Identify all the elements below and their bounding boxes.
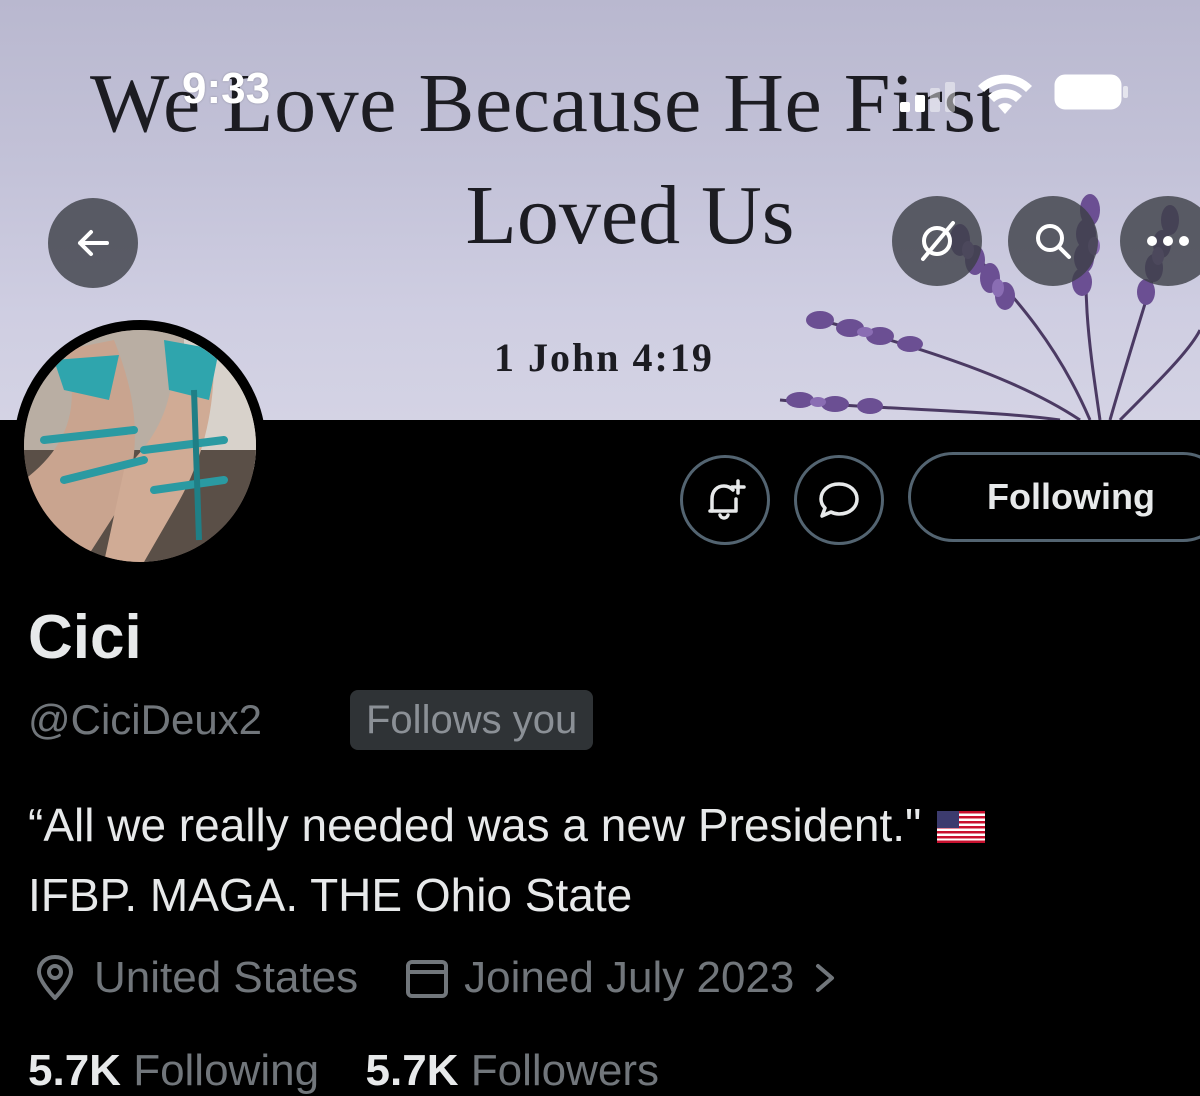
- profile-avatar[interactable]: [14, 320, 266, 572]
- following-count: 5.7K: [28, 1046, 121, 1095]
- avatar-image: [24, 330, 256, 562]
- grok-button[interactable]: [892, 196, 982, 286]
- cellular-signal-icon: [900, 82, 955, 112]
- calendar-icon: [406, 960, 449, 998]
- status-bar-time: 9:33: [182, 64, 271, 113]
- user-handle: @CiciDeux2: [28, 696, 263, 743]
- arrow-left-icon: [78, 230, 109, 256]
- back-button[interactable]: [48, 198, 138, 288]
- bio-line-1: “All we really needed was a new Presiden…: [28, 790, 1188, 860]
- followers-stat[interactable]: 5.7K Followers: [366, 1046, 659, 1095]
- battery-icon: [1054, 74, 1128, 110]
- search-button[interactable]: [1008, 196, 1098, 286]
- notifications-button[interactable]: [680, 455, 770, 545]
- follow-stats: 5.7K Following 5.7K Followers: [28, 1046, 659, 1096]
- display-name: Cici: [28, 603, 142, 672]
- location-pin-icon: [37, 955, 73, 1000]
- chevron-right-icon[interactable]: [810, 958, 840, 998]
- banner-verse: 1 John 4:19: [494, 335, 714, 380]
- grok-icon: [921, 221, 955, 261]
- following-stat[interactable]: 5.7K Following: [28, 1046, 319, 1095]
- us-flag-icon: [937, 811, 986, 843]
- followers-count: 5.7K: [365, 1046, 459, 1095]
- bell-plus-icon: [708, 479, 746, 520]
- joined-date[interactable]: Joined July 2023: [464, 953, 794, 1003]
- search-icon: [1036, 224, 1071, 259]
- message-icon: [819, 482, 859, 518]
- wifi-icon: [978, 74, 1032, 114]
- profile-meta: United States Joined July 2023: [30, 950, 840, 1006]
- profile-bio: “All we really needed was a new Presiden…: [28, 790, 1188, 930]
- message-button[interactable]: [794, 455, 884, 545]
- followers-label: Followers: [470, 1046, 659, 1095]
- more-icon: [1147, 236, 1189, 246]
- bio-line-1-text: “All we really needed was a new Presiden…: [28, 799, 922, 851]
- location-text: United States: [94, 953, 359, 1002]
- bio-line-2: IFBP. MAGA. THE Ohio State: [28, 869, 633, 921]
- follows-you-badge: Follows you: [350, 690, 594, 750]
- following-label: Following: [133, 1046, 320, 1095]
- following-button[interactable]: Following: [908, 452, 1200, 542]
